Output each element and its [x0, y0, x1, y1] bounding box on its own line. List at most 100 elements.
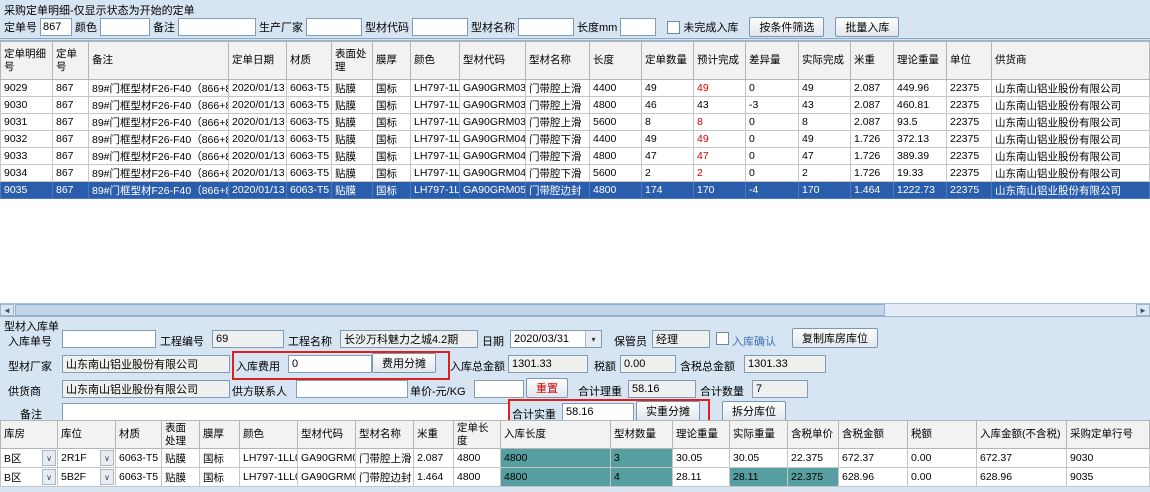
remark-input[interactable] [178, 18, 256, 36]
cell[interactable]: 389.39 [894, 148, 947, 165]
cell[interactable]: 9035 [1067, 468, 1150, 487]
dropdown-arrow-icon[interactable]: ∨ [42, 469, 56, 485]
cell[interactable]: 8 [799, 114, 851, 131]
remark-input[interactable] [62, 403, 510, 421]
cell[interactable]: 170 [799, 182, 851, 199]
cell[interactable]: 30.05 [673, 449, 730, 468]
cell[interactable]: 1.464 [851, 182, 894, 199]
color-input[interactable] [100, 18, 150, 36]
sum-qty-field[interactable] [752, 380, 808, 398]
cell[interactable]: 867 [53, 165, 89, 182]
cell[interactable]: 贴膜 [332, 131, 373, 148]
cell[interactable]: GA90GRM04 [460, 131, 526, 148]
cell[interactable]: 49 [642, 80, 694, 97]
cell[interactable]: 628.96 [839, 468, 908, 487]
cell[interactable]: 1.464 [414, 468, 454, 487]
scroll-left-icon[interactable]: ◄ [0, 304, 14, 316]
cell[interactable]: 672.37 [977, 449, 1067, 468]
tax-total-field[interactable] [744, 355, 826, 373]
cell[interactable]: 9033 [1, 148, 53, 165]
cell[interactable]: 门带腔边封 [526, 182, 590, 199]
cell[interactable]: 2020/01/13 [229, 148, 287, 165]
cell[interactable]: LH797-1LL0 [411, 165, 460, 182]
maker-field[interactable] [62, 355, 230, 373]
copy-warehouse-location-button[interactable]: 复制库房库位 [792, 328, 878, 348]
cell[interactable]: 89#门框型材F26-F40（866+867） [89, 182, 229, 199]
scrollbar-thumb[interactable] [15, 304, 885, 316]
table-row[interactable]: B区∨2R1F∨6063-T5贴膜国标LH797-1LL0GA90GRM03门带… [1, 449, 1150, 468]
cell[interactable]: 4800 [590, 148, 642, 165]
cell[interactable]: 0 [746, 131, 799, 148]
table-row[interactable]: 903086789#门框型材F26-F40（866+867）2020/01/13… [1, 97, 1150, 114]
cell[interactable]: 6063-T5 [287, 182, 332, 199]
cell[interactable]: 2 [694, 165, 746, 182]
cell[interactable]: 国标 [200, 468, 240, 487]
cell[interactable]: 9029 [1, 80, 53, 97]
cell[interactable]: 9030 [1067, 449, 1150, 468]
cell[interactable]: 22375 [947, 131, 992, 148]
cell[interactable]: 2R1F∨ [58, 449, 116, 468]
cell[interactable]: 22375 [947, 114, 992, 131]
cell[interactable]: 国标 [200, 449, 240, 468]
cell[interactable]: 山东南山铝业股份有限公司 [992, 97, 1150, 114]
cell[interactable]: 2.087 [851, 80, 894, 97]
cell[interactable]: 89#门框型材F26-F40（866+867） [89, 114, 229, 131]
cell[interactable]: LH797-1LL0 [411, 131, 460, 148]
inbound-no-input[interactable] [62, 330, 156, 348]
cell[interactable]: 4400 [590, 131, 642, 148]
cell[interactable]: LH797-1LL0 [411, 97, 460, 114]
dropdown-arrow-icon[interactable]: ∨ [100, 469, 114, 485]
cell[interactable]: 1.726 [851, 165, 894, 182]
sum-actual-input[interactable] [562, 403, 634, 421]
cell[interactable]: 国标 [373, 80, 411, 97]
cell[interactable]: 2 [642, 165, 694, 182]
cell[interactable]: 449.96 [894, 80, 947, 97]
cell[interactable]: 89#门框型材F26-F40（866+867） [89, 97, 229, 114]
cell[interactable]: 1.726 [851, 131, 894, 148]
cell[interactable]: 0 [746, 80, 799, 97]
cell[interactable]: GA90GRM03 [460, 114, 526, 131]
cell[interactable]: 4800 [454, 449, 501, 468]
cell[interactable]: LH797-1LL0 [411, 148, 460, 165]
cell[interactable]: 867 [53, 80, 89, 97]
dropdown-arrow-icon[interactable]: ∨ [42, 450, 56, 466]
cell[interactable]: 门带腔下滑 [526, 148, 590, 165]
cell[interactable]: 8 [642, 114, 694, 131]
reset-button[interactable]: 重置 [526, 378, 568, 398]
cell[interactable]: 89#门框型材F26-F40（866+867） [89, 165, 229, 182]
cell[interactable]: 4800 [590, 182, 642, 199]
cell[interactable]: 贴膜 [162, 449, 200, 468]
cell[interactable]: 0 [746, 148, 799, 165]
cell[interactable]: B区∨ [1, 449, 58, 468]
cell[interactable]: 22375 [947, 148, 992, 165]
cell[interactable]: 6063-T5 [287, 165, 332, 182]
cell[interactable]: 8 [694, 114, 746, 131]
cell[interactable]: 49 [694, 131, 746, 148]
cell[interactable]: 19.33 [894, 165, 947, 182]
cell[interactable]: 460.81 [894, 97, 947, 114]
split-location-button[interactable]: 拆分库位 [722, 401, 786, 421]
cell[interactable]: 国标 [373, 131, 411, 148]
cell[interactable]: 89#门框型材F26-F40（866+867） [89, 131, 229, 148]
cell[interactable]: 国标 [373, 148, 411, 165]
actual-weight-allocate-button[interactable]: 实重分摊 [636, 401, 700, 421]
date-picker[interactable]: 2020/03/31 ▾ [510, 330, 602, 348]
cell[interactable]: 867 [53, 114, 89, 131]
cell[interactable]: -4 [746, 182, 799, 199]
cell[interactable]: LH797-1LL0 [411, 182, 460, 199]
cell[interactable]: GA90GRM03 [298, 449, 356, 468]
inbound-confirm-checkbox[interactable] [716, 332, 729, 345]
cell[interactable]: LH797-1LL0 [411, 80, 460, 97]
calendar-dropdown-icon[interactable]: ▾ [585, 331, 601, 347]
cell[interactable]: 22375 [947, 97, 992, 114]
table-row[interactable]: 903186789#门框型材F26-F40（866+867）2020/01/13… [1, 114, 1150, 131]
cell[interactable]: 174 [642, 182, 694, 199]
cell[interactable]: LH797-1LL0 [411, 114, 460, 131]
cell[interactable]: 门带腔上滑 [526, 97, 590, 114]
cell[interactable]: 28.11 [730, 468, 788, 487]
table-row[interactable]: 903486789#门框型材F26-F40（866+867）2020/01/13… [1, 165, 1150, 182]
profile-code-input[interactable] [412, 18, 468, 36]
cell[interactable]: 49 [642, 131, 694, 148]
cell[interactable]: 4800 [501, 468, 611, 487]
horizontal-scrollbar[interactable]: ◄ ► [0, 303, 1150, 317]
